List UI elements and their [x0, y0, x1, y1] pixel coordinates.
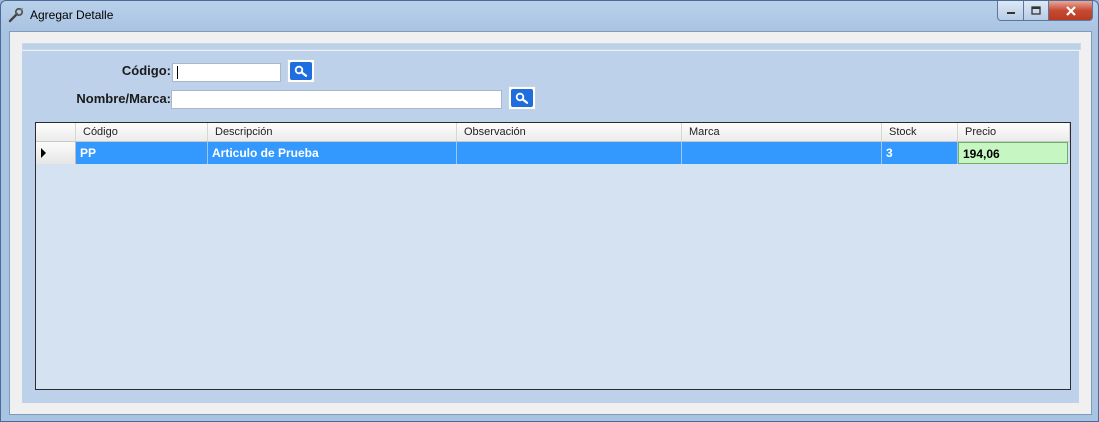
minimize-icon	[1006, 11, 1015, 14]
cell-codigo[interactable]: PP	[76, 142, 208, 164]
products-grid[interactable]: Código Descripción Observación Marca Sto…	[35, 122, 1071, 390]
minimize-button[interactable]	[997, 1, 1024, 21]
magnifier-icon	[294, 65, 308, 77]
row-selector-icon	[41, 148, 46, 158]
text-caret	[177, 66, 178, 79]
column-header-marca[interactable]: Marca	[682, 123, 882, 141]
cell-observacion[interactable]	[457, 142, 682, 164]
maximize-icon	[1031, 6, 1041, 15]
nombre-marca-input[interactable]	[171, 90, 502, 109]
codigo-search-button[interactable]	[287, 59, 315, 83]
cell-descripcion[interactable]: Articulo de Prueba	[208, 142, 457, 164]
grid-header: Código Descripción Observación Marca Sto…	[36, 123, 1070, 142]
row-header-corner	[36, 123, 76, 141]
cell-marca[interactable]	[682, 142, 882, 164]
cell-stock[interactable]: 3	[882, 142, 958, 164]
column-header-stock[interactable]: Stock	[882, 123, 958, 141]
maximize-button[interactable]	[1024, 1, 1049, 21]
codigo-label: Código:	[121, 63, 171, 78]
agregar-detalle-window: Agregar Detalle Código: Nombre/Marca: Có…	[0, 0, 1099, 422]
window-title: Agregar Detalle	[30, 8, 114, 22]
nombre-marca-label: Nombre/Marca:	[76, 91, 171, 106]
column-header-descripcion[interactable]: Descripción	[208, 123, 457, 141]
title-bar[interactable]: Agregar Detalle	[1, 1, 1098, 31]
close-button[interactable]	[1049, 1, 1093, 21]
cell-precio[interactable]: 194,06	[958, 142, 1068, 164]
client-area: Código: Nombre/Marca: Código Descripción…	[9, 31, 1092, 415]
column-header-observacion[interactable]: Observación	[457, 123, 682, 141]
nombre-search-button[interactable]	[508, 86, 536, 110]
column-header-precio[interactable]: Precio	[958, 123, 1070, 141]
magnifier-icon	[515, 92, 529, 104]
codigo-input[interactable]	[172, 63, 281, 82]
table-row[interactable]: PP Articulo de Prueba 3 194,06	[36, 142, 1070, 164]
tools-icon	[8, 7, 24, 23]
close-icon	[1065, 5, 1076, 16]
search-panel: Código: Nombre/Marca: Código Descripción…	[22, 51, 1079, 403]
top-divider	[22, 43, 1081, 50]
caption-buttons	[997, 1, 1093, 21]
row-header[interactable]	[36, 142, 76, 164]
column-header-codigo[interactable]: Código	[76, 123, 208, 141]
